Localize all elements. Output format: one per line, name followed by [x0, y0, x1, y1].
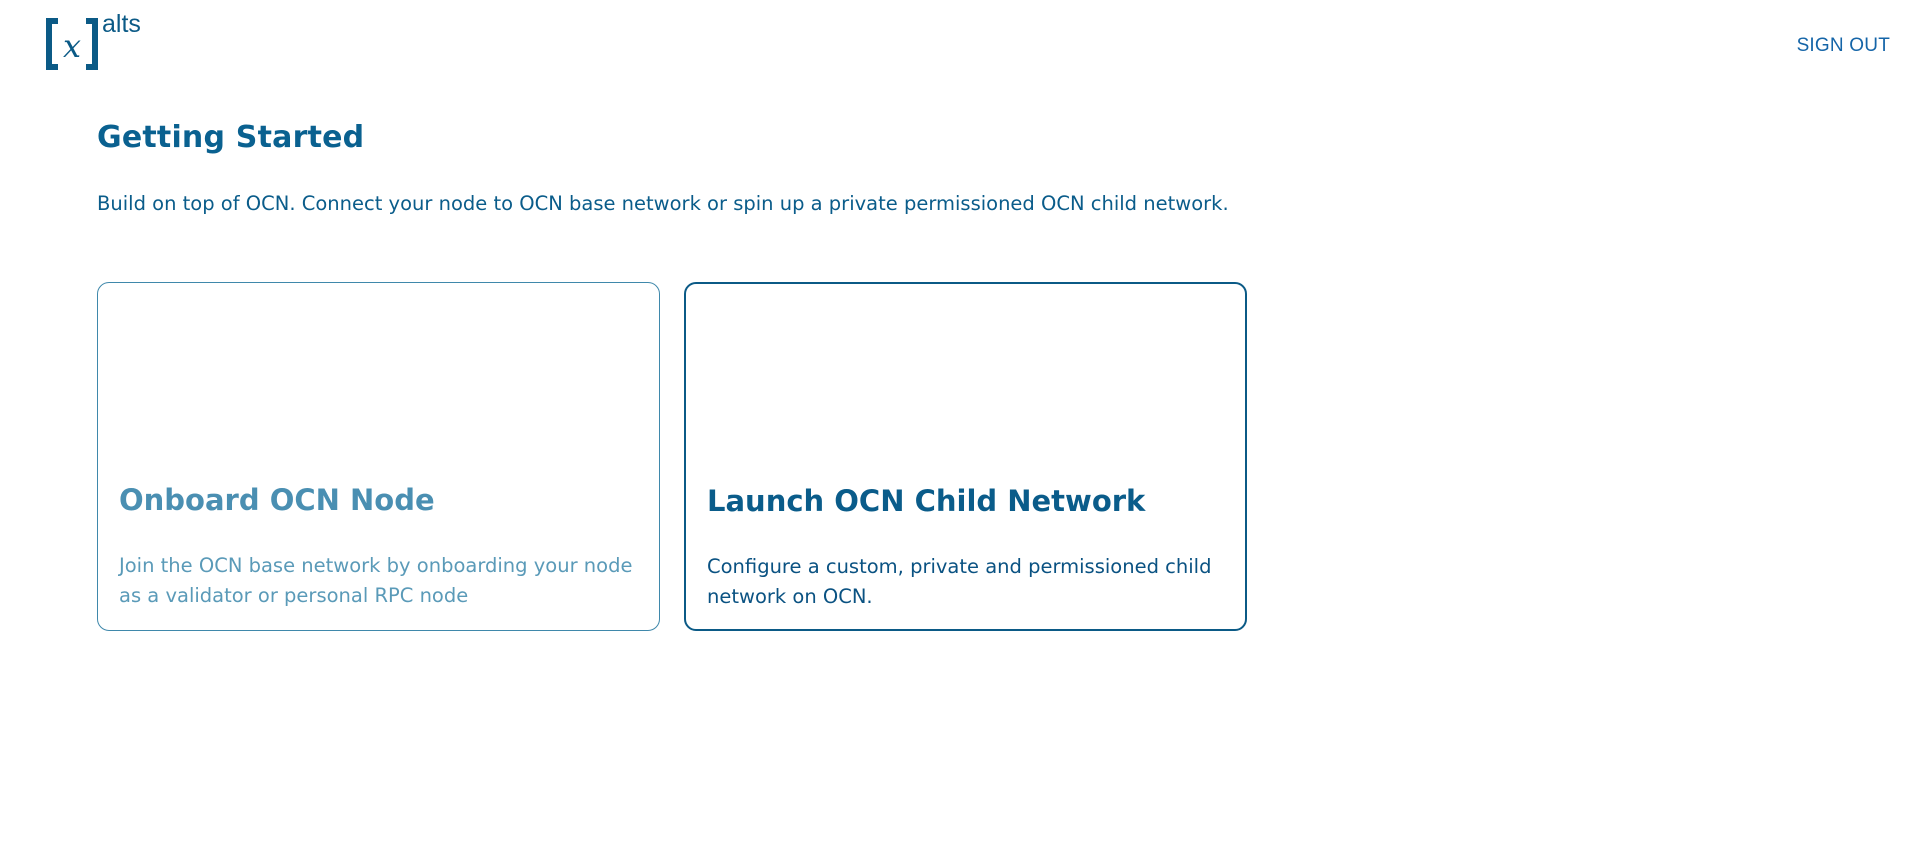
bracket-x-logo-icon: x — [46, 18, 98, 70]
card-title: Onboard OCN Node — [119, 483, 435, 517]
logo-text: alts — [102, 10, 141, 38]
page-title: Getting Started — [97, 120, 365, 155]
onboard-ocn-node-card[interactable]: Onboard OCN Node Join the OCN base netwo… — [97, 282, 660, 631]
card-title: Launch OCN Child Network — [707, 484, 1146, 518]
launch-ocn-child-network-card[interactable]: Launch OCN Child Network Configure a cus… — [684, 282, 1247, 631]
xalts-logo[interactable]: x alts — [44, 12, 154, 72]
page-subtitle: Build on top of OCN. Connect your node t… — [97, 192, 1229, 215]
card-description: Configure a custom, private and permissi… — [707, 555, 1212, 608]
top-bar: x alts SIGN OUT — [0, 0, 1920, 90]
logo-glyph: x — [63, 27, 81, 65]
card-description: Join the OCN base network by onboarding … — [119, 554, 633, 607]
sign-out-button[interactable]: SIGN OUT — [1797, 35, 1890, 57]
